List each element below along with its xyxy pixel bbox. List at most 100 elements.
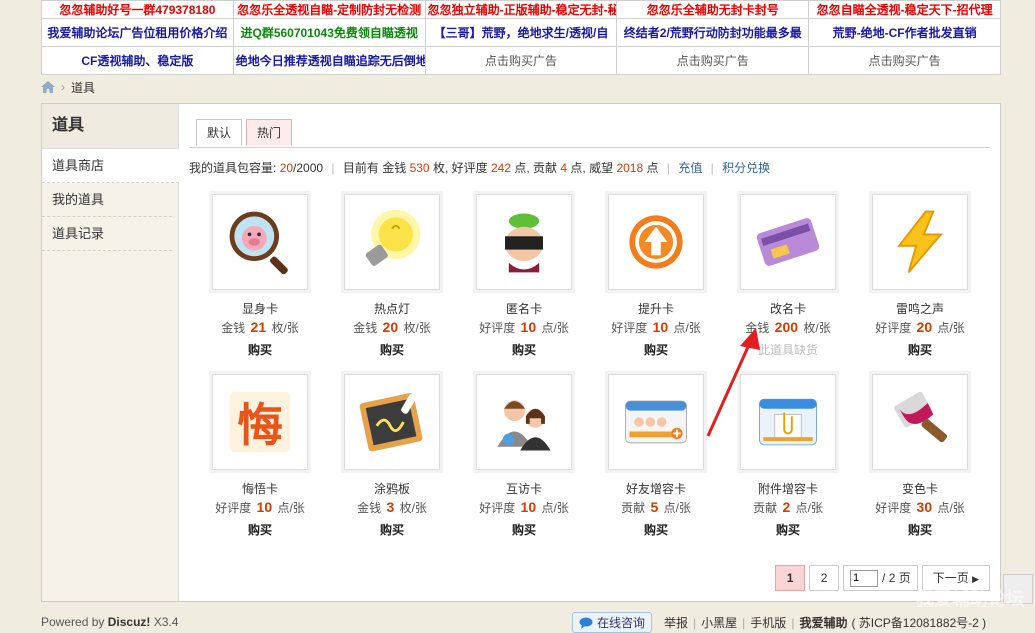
buy-button[interactable]: 购买 xyxy=(326,341,458,357)
item-price: 金钱 20 枚/张 xyxy=(326,319,458,337)
watermark-text: 我爱辅助论坛 xyxy=(916,589,1024,609)
price-unit: 枚/张 xyxy=(403,321,431,335)
item-icon-box[interactable] xyxy=(476,374,572,470)
report-link[interactable]: 举报 xyxy=(664,614,688,631)
version-label: X3.4 xyxy=(153,615,179,629)
item-card: 互访卡 好评度 10 点/张 购买 xyxy=(458,374,590,537)
buy-button[interactable]: 购买 xyxy=(722,521,854,537)
icp-link[interactable]: ( 苏ICP备12081882号-2 ) xyxy=(851,614,986,631)
buy-button[interactable]: 购买 xyxy=(854,341,986,357)
page-jump-input[interactable] xyxy=(850,569,879,587)
mobile-link[interactable]: 手机版 xyxy=(750,614,786,631)
item-name: 显身卡 xyxy=(241,302,278,316)
item-icon-box[interactable] xyxy=(872,374,968,470)
ad-link[interactable]: 我爱辅助论坛广告位租用价格介绍 xyxy=(41,18,234,47)
item-icon-box[interactable] xyxy=(872,194,968,290)
buy-button[interactable]: 购买 xyxy=(194,521,326,537)
separator: | xyxy=(693,615,697,630)
item-icon-box[interactable] xyxy=(344,374,440,470)
price-currency: 好评度 xyxy=(479,321,516,335)
buy-ad-link[interactable]: 点击购买广告 xyxy=(808,46,1001,75)
chevron-right-icon: › xyxy=(61,80,65,94)
item-name: 改名卡 xyxy=(769,302,806,316)
item-icon-box[interactable]: 悔 xyxy=(212,374,308,470)
money-value: 530 xyxy=(409,161,430,175)
prestige-unit: 点 xyxy=(646,161,659,175)
item-price: 好评度 20 点/张 xyxy=(854,319,986,337)
price-currency: 金钱 xyxy=(221,321,246,335)
buy-ad-link[interactable]: 点击购买广告 xyxy=(424,46,618,75)
buy-button[interactable]: 购买 xyxy=(326,521,458,537)
home-icon[interactable] xyxy=(41,81,55,93)
site-name-link[interactable]: 我爱辅助 xyxy=(799,614,847,631)
item-price: 好评度 10 点/张 xyxy=(458,319,590,337)
item-icon-box[interactable] xyxy=(212,194,308,290)
item-price: 金钱 3 枚/张 xyxy=(326,499,458,517)
paint-brush-icon xyxy=(894,391,948,443)
page-jump: / 2 页 xyxy=(843,565,918,591)
rep-value: 242 xyxy=(491,161,512,175)
item-icon-box[interactable] xyxy=(608,194,704,290)
ad-link[interactable]: 忽忽自瞄全透视-稳定天下-招代理 xyxy=(808,0,1001,19)
sidebar-title: 道具 xyxy=(42,104,178,149)
sidebar-item-records[interactable]: 道具记录 xyxy=(42,217,172,251)
ad-link[interactable]: 进Q群560701043免费领自瞄透视 xyxy=(232,18,426,47)
ad-link[interactable]: 忽忽乐全透视自瞄-定制防封无检测 xyxy=(232,0,426,19)
capacity-total: /2000 xyxy=(293,161,324,175)
ad-link[interactable]: 荒野-绝地-CF作者批发直销 xyxy=(808,18,1001,47)
sidebar-item-shop[interactable]: 道具商店 xyxy=(42,149,179,183)
ad-link[interactable]: CF透视辅助、稳定版 xyxy=(41,46,234,75)
capacity-used: 20 xyxy=(279,161,294,175)
ad-link[interactable]: 忽忽独立辅助-正版辅助-稳定无封-秘籍 xyxy=(424,0,618,19)
sidebar-item-my-items[interactable]: 我的道具 xyxy=(42,183,172,217)
item-price: 金钱 21 枚/张 xyxy=(194,319,326,337)
price-value: 10 xyxy=(520,319,537,335)
ad-link[interactable]: 终结者2/荒野行动防封功能最多最 xyxy=(616,18,810,47)
buy-button[interactable]: 购买 xyxy=(458,521,590,537)
buy-button[interactable]: 购买 xyxy=(458,341,590,357)
price-unit: 点/张 xyxy=(277,501,305,515)
price-currency: 金钱 xyxy=(353,321,378,335)
up-arrow-icon xyxy=(629,215,683,269)
recharge-link[interactable]: 充值 xyxy=(678,161,702,175)
chat-bubble-icon xyxy=(579,617,593,629)
svg-text:悔: 悔 xyxy=(237,399,283,452)
buy-button[interactable]: 购买 xyxy=(590,521,722,537)
chevron-right-icon: ▶ xyxy=(972,574,979,584)
price-unit: 点/张 xyxy=(937,501,965,515)
capacity-label: 我的道具包容量: xyxy=(189,161,277,175)
page-total: / 2 页 xyxy=(882,571,911,585)
blacklist-link[interactable]: 小黑屋 xyxy=(701,614,737,631)
price-unit: 点/张 xyxy=(795,501,823,515)
item-price: 好评度 10 点/张 xyxy=(194,499,326,517)
contrib-label: 点, 贡献 xyxy=(514,161,558,175)
tab-hot[interactable]: 热门 xyxy=(246,119,293,146)
ad-link[interactable]: 忽忽辅助好号一群479378180 xyxy=(41,0,234,19)
item-icon-box[interactable] xyxy=(344,194,440,290)
page-1-button[interactable]: 1 xyxy=(775,565,806,591)
chalkboard-icon xyxy=(359,393,423,452)
page-2-button[interactable]: 2 xyxy=(809,565,840,591)
discuz-link[interactable]: Discuz! xyxy=(108,615,151,629)
price-unit: 枚/张 xyxy=(803,321,831,335)
breadcrumb-current[interactable]: 道具 xyxy=(71,79,95,96)
item-icon-box[interactable] xyxy=(608,374,704,470)
price-value: 2 xyxy=(782,499,791,515)
rep-label: 好评度 xyxy=(451,161,488,175)
item-icon-box[interactable] xyxy=(476,194,572,290)
ad-link[interactable]: 【三哥】荒野，绝地求生/透视/自 xyxy=(424,18,618,47)
buy-button[interactable]: 购买 xyxy=(854,521,986,537)
price-value: 10 xyxy=(256,499,273,515)
buy-button[interactable]: 购买 xyxy=(194,341,326,357)
exchange-link[interactable]: 积分兑换 xyxy=(722,161,770,175)
item-icon-box[interactable] xyxy=(740,194,836,290)
ad-link[interactable]: 绝地今日推荐透视自瞄追踪无后倒地 xyxy=(232,46,426,75)
price-currency: 贡献 xyxy=(621,501,646,515)
item-price: 贡献 5 点/张 xyxy=(590,499,722,517)
tab-bar: 默认 热门 xyxy=(196,119,293,146)
ad-table: 忽忽辅助好号一群479378180 忽忽乐全透视自瞄-定制防封无检测 忽忽独立辅… xyxy=(41,0,1001,75)
ad-link[interactable]: 忽忽乐全辅助无封卡封号 xyxy=(616,0,810,19)
tab-default[interactable]: 默认 xyxy=(196,119,243,146)
buy-ad-link[interactable]: 点击购买广告 xyxy=(616,46,810,75)
rename-card-icon xyxy=(756,218,820,266)
